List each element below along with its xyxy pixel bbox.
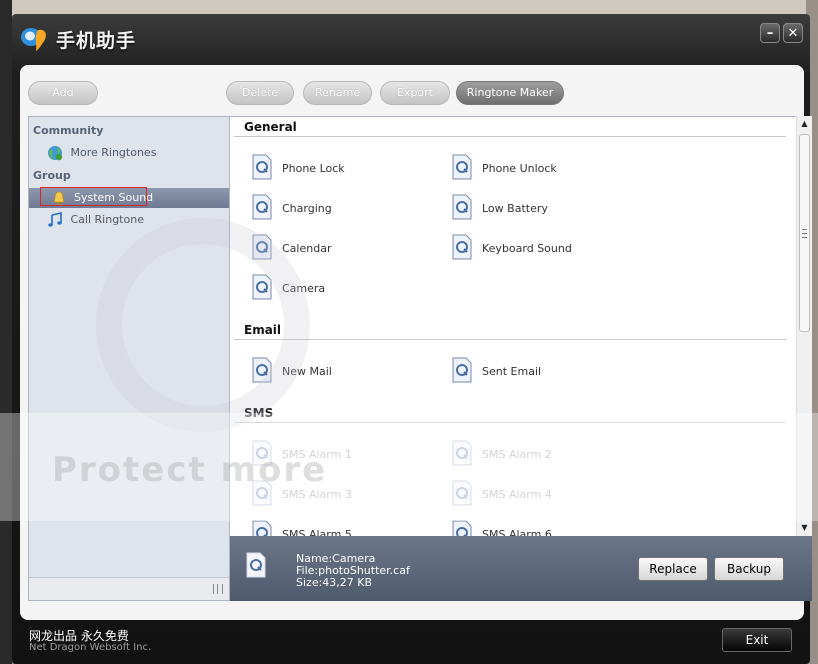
detail-size: Size:43,27 KB (296, 576, 373, 589)
sound-item-label: Sent Email (482, 365, 542, 378)
main-panel: Add Delete Rename Export Ringtone Maker … (20, 65, 812, 620)
audio-file-icon (252, 274, 272, 300)
title-bar[interactable]: 手机助手 – ✕ (12, 14, 810, 64)
sound-item-label: Phone Lock (282, 162, 345, 175)
section-divider (234, 339, 786, 340)
sound-item[interactable]: SMS Alarm 2 (452, 440, 652, 472)
sound-item[interactable]: SMS Alarm 5 (252, 520, 452, 537)
audio-file-icon (452, 480, 472, 506)
audio-file-icon (246, 552, 266, 578)
sound-item[interactable]: SMS Alarm 3 (252, 480, 452, 512)
resize-grip-icon[interactable] (213, 584, 223, 594)
audio-file-icon (252, 357, 272, 383)
audio-file-icon (252, 480, 272, 506)
sidebar-item-more-ringtones[interactable]: More Ringtones (47, 143, 207, 163)
sound-item[interactable]: Phone Unlock (452, 154, 652, 186)
audio-file-icon (252, 154, 272, 180)
sound-item-label: New Mail (282, 365, 332, 378)
section-title-general: General (244, 120, 297, 134)
audio-file-icon (252, 520, 272, 537)
sound-item-label: Keyboard Sound (482, 242, 572, 255)
sound-item[interactable]: New Mail (252, 357, 452, 389)
sound-item-selected[interactable]: Camera (252, 274, 452, 306)
sound-item-label: Charging (282, 202, 332, 215)
sound-item[interactable]: Keyboard Sound (452, 234, 652, 266)
audio-file-icon (452, 440, 472, 466)
sound-item-label: Phone Unlock (482, 162, 557, 175)
scroll-down-arrow-icon[interactable]: ▼ (797, 520, 812, 536)
sidebar-item-system-sound[interactable]: System Sound (29, 187, 229, 208)
sidebar-item-label: More Ringtones (70, 146, 157, 159)
sidebar-group-group: Group (33, 169, 71, 182)
sound-item[interactable]: Low Battery (452, 194, 652, 226)
sidebar-item-label: Call Ringtone (70, 213, 144, 226)
section-title-sms: SMS (244, 406, 274, 420)
audio-file-icon (452, 234, 472, 260)
scroll-grip-icon (802, 229, 807, 238)
app-window: 手机助手 – ✕ Add Delete Rename Export Ringto… (12, 14, 812, 664)
sound-item[interactable]: Sent Email (452, 357, 652, 389)
close-button[interactable]: ✕ (783, 23, 803, 43)
sound-item-label: SMS Alarm 3 (282, 488, 352, 501)
sidebar-item-call-ringtone[interactable]: Call Ringtone (47, 210, 207, 230)
section-title-email: Email (244, 323, 282, 337)
ringtone-maker-button[interactable]: Ringtone Maker (456, 81, 564, 105)
app-title: 手机助手 (56, 30, 137, 52)
sound-item-label: Low Battery (482, 202, 548, 215)
sound-item-label: Calendar (282, 242, 332, 255)
sound-item-label: SMS Alarm 1 (282, 448, 352, 461)
audio-file-icon (452, 194, 472, 220)
audio-file-icon (452, 520, 472, 537)
sidebar-group-community: Community (33, 124, 104, 137)
sound-item[interactable]: Charging (252, 194, 452, 226)
sound-item[interactable]: Calendar (252, 234, 452, 266)
add-button[interactable]: Add (28, 81, 98, 105)
scroll-up-arrow-icon[interactable]: ▲ (797, 116, 812, 132)
globe-icon (48, 146, 63, 161)
audio-file-icon (252, 194, 272, 220)
section-divider (234, 136, 786, 137)
audio-file-icon (252, 440, 272, 466)
details-panel: Name:Camera File:photoShutter.caf Size:4… (230, 536, 812, 601)
sound-list: General Phone Lock Phone Unlock Charging… (230, 116, 796, 537)
app-logo-icon (21, 28, 46, 51)
export-button[interactable]: Export (380, 81, 450, 105)
sound-item[interactable]: SMS Alarm 1 (252, 440, 452, 472)
sound-item[interactable]: SMS Alarm 6 (452, 520, 652, 537)
audio-file-icon (452, 357, 472, 383)
sidebar-footer (29, 577, 229, 600)
backup-button[interactable]: Backup (714, 557, 784, 581)
audio-file-icon (452, 154, 472, 180)
vertical-scrollbar[interactable]: ▲ ▼ (796, 116, 812, 536)
sound-item-label: SMS Alarm 4 (482, 488, 552, 501)
sound-item-label: SMS Alarm 2 (482, 448, 552, 461)
rename-button[interactable]: Rename (303, 81, 372, 105)
selection-outline (40, 187, 147, 206)
audio-file-icon (252, 234, 272, 260)
desktop-edge-left (0, 0, 12, 664)
sidebar: Community More Ringtones Group System So… (28, 116, 230, 601)
minimize-button[interactable]: – (760, 23, 780, 43)
delete-button[interactable]: Delete (226, 81, 294, 105)
footer-company: Net Dragon Websoft Inc. (29, 642, 152, 653)
sound-item[interactable]: SMS Alarm 4 (452, 480, 652, 512)
sound-item[interactable]: Phone Lock (252, 154, 452, 186)
exit-button[interactable]: Exit (722, 628, 792, 652)
sound-item-label: Camera (282, 282, 326, 295)
replace-button[interactable]: Replace (638, 557, 708, 581)
music-note-icon (48, 212, 62, 227)
section-divider (234, 422, 786, 423)
scroll-thumb[interactable] (799, 134, 810, 332)
